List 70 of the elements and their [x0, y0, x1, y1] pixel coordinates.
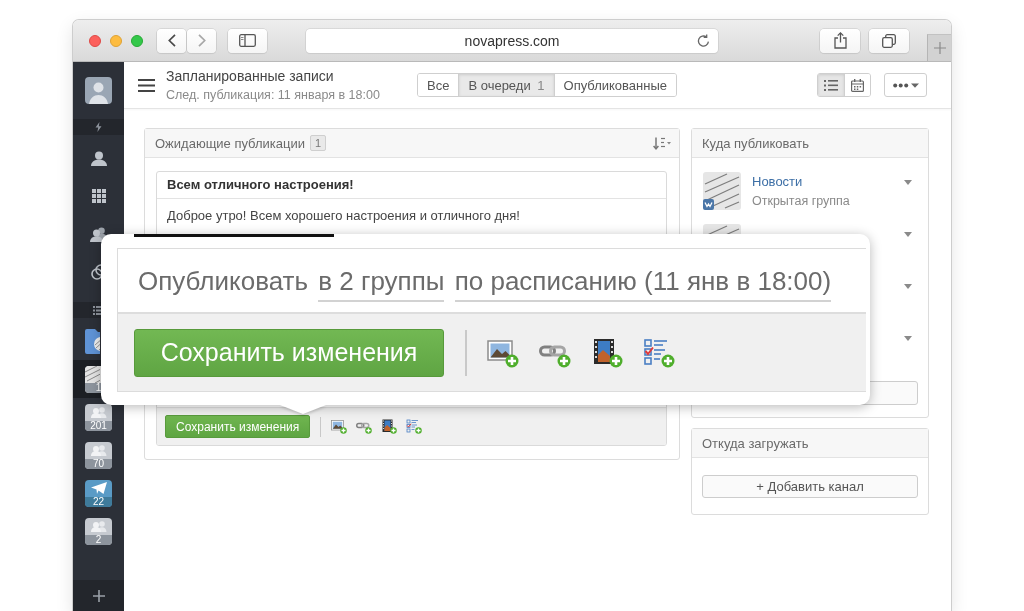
post-title: Всем отличного настроения!	[157, 172, 666, 199]
image-add-icon[interactable]	[487, 337, 519, 368]
person-icon[interactable]	[90, 150, 107, 166]
plus-icon[interactable]	[92, 589, 105, 602]
menu-icon[interactable]	[138, 78, 155, 92]
lightning-icon[interactable]	[95, 122, 102, 132]
channel-count: 70	[85, 458, 112, 469]
back-button[interactable]	[157, 28, 186, 53]
overlapping-squares-icon	[882, 33, 897, 48]
view-toggle-button[interactable]	[818, 74, 844, 96]
checklist-add-icon[interactable]	[643, 337, 675, 368]
address-field[interactable]: novapress.com	[305, 28, 719, 53]
caret-icon[interactable]	[904, 180, 912, 185]
network-badge-icon	[703, 199, 714, 210]
film-add-icon[interactable]	[591, 337, 623, 368]
panel-title: Ожидающие публикации	[155, 135, 305, 151]
sidebar-channel[interactable]: 201	[73, 398, 124, 436]
news-thumbnail	[703, 172, 741, 210]
share-button[interactable]	[820, 28, 861, 53]
more-icon	[892, 82, 919, 88]
caret-icon[interactable]	[904, 284, 912, 289]
sidebar-channel[interactable]: 70	[73, 436, 124, 474]
view-toggle-button[interactable]	[844, 74, 870, 96]
share-icon	[833, 32, 847, 49]
sidebar-toggle-button[interactable]	[228, 28, 267, 53]
next-publication-text: След. публикация: 11 января в 18:00	[166, 86, 380, 103]
chevron-right-icon	[197, 34, 206, 47]
calendar-icon	[851, 78, 864, 92]
grid-icon[interactable]	[91, 189, 106, 203]
news-thumbnail	[85, 365, 100, 383]
schedule-link[interactable]: по расписанию (11 янв в 18:00)	[454, 265, 832, 302]
post-text: Доброе утро! Всем хорошего настроения и отличного дня!	[166, 207, 521, 225]
save-button[interactable]: Сохранить изменения	[165, 415, 311, 438]
reload-icon[interactable]	[697, 33, 711, 48]
film-add-icon[interactable]	[381, 419, 398, 434]
count-badge: 1	[310, 135, 327, 151]
caret-icon[interactable]	[904, 232, 912, 237]
more-button[interactable]	[884, 73, 927, 97]
channel-name-link[interactable]: Новости	[752, 173, 803, 191]
people-icon	[89, 406, 108, 418]
close-window-icon[interactable]	[89, 34, 101, 47]
sidebar-channel[interactable]: 2	[73, 512, 124, 550]
plus-icon	[933, 42, 946, 54]
filter-tab[interactable]: Опубликованные	[553, 74, 677, 96]
chevron-left-icon	[167, 34, 176, 47]
users-icon[interactable]	[89, 226, 108, 242]
checklist-add-icon[interactable]	[406, 419, 423, 434]
channel-count: 201	[85, 420, 112, 431]
avatar-placeholder[interactable]	[85, 77, 112, 104]
sidebar-channel[interactable]: 22	[73, 474, 124, 512]
sidebar-icon	[238, 34, 256, 47]
tabs-overview-button[interactable]	[869, 28, 910, 53]
filter-tab[interactable]: В очереди 1	[458, 74, 554, 96]
groups-link[interactable]: в 2 группы	[318, 265, 445, 302]
image-add-icon[interactable]	[331, 419, 348, 434]
sort-icon[interactable]	[653, 136, 671, 150]
folder-icon	[84, 328, 100, 354]
channel-type: Открытая группа	[752, 193, 850, 209]
save-button[interactable]: Сохранить изменения	[134, 328, 444, 377]
panel-title: Откуда загружать	[702, 435, 809, 451]
page-title: Запланированные записи	[166, 67, 334, 85]
caret-icon[interactable]	[904, 336, 912, 341]
channel-count: 2	[85, 534, 112, 545]
paper-plane-icon	[90, 482, 107, 494]
list-view-icon	[824, 79, 838, 91]
people-icon	[89, 520, 108, 532]
channel-count: 22	[85, 496, 112, 507]
add-channel-button[interactable]: + Добавить канал	[702, 475, 918, 498]
panel-title: Куда публиковать	[702, 135, 809, 151]
people-icon	[89, 444, 108, 456]
